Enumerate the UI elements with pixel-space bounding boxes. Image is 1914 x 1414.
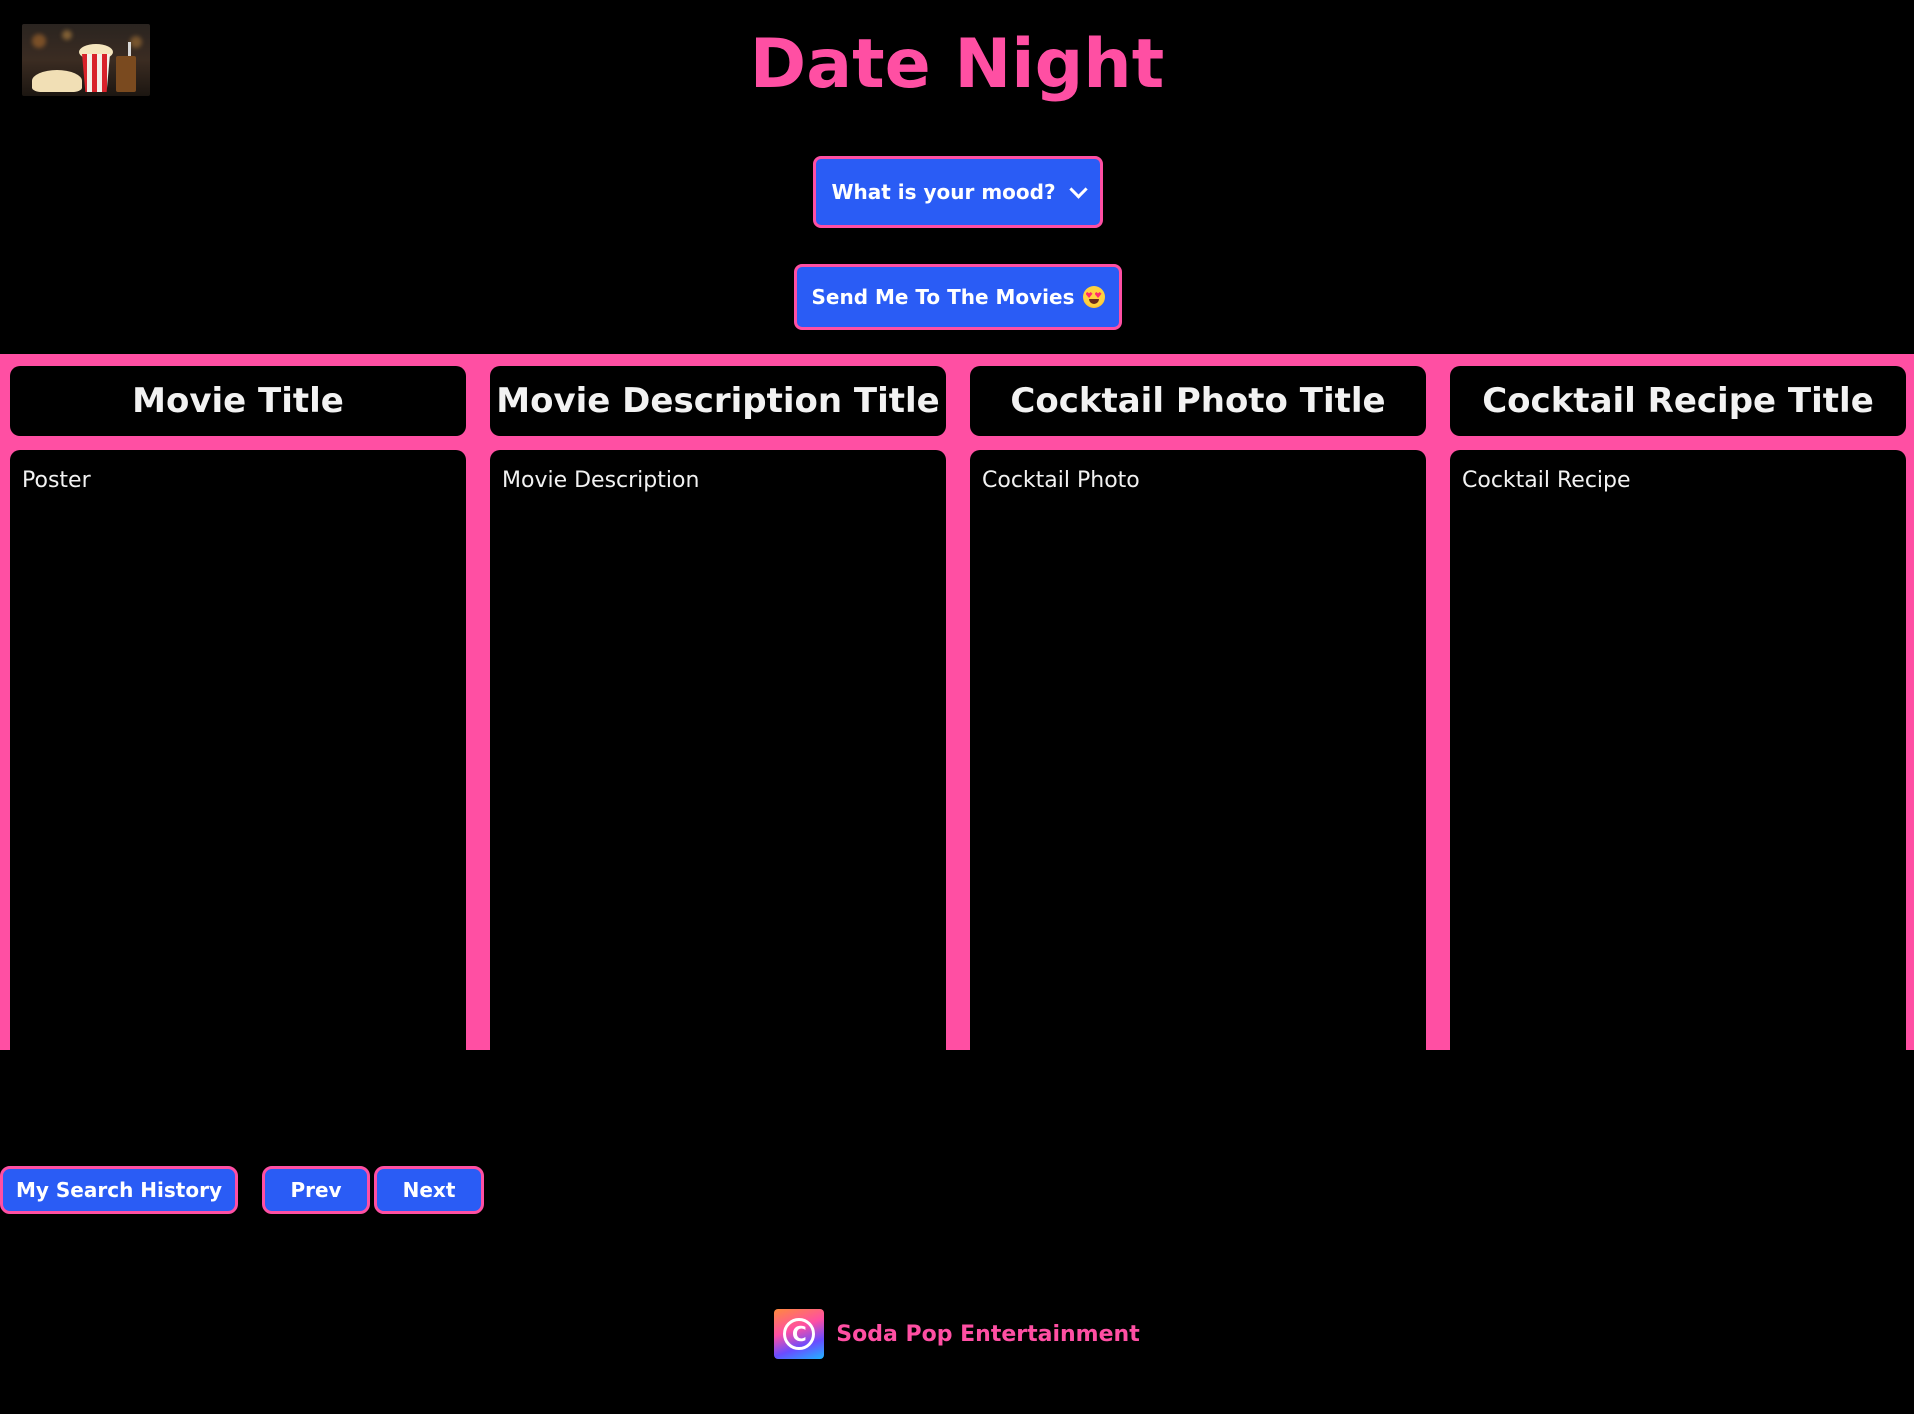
movie-description-panel: Movie Description	[490, 450, 946, 1050]
footer-company-name: Soda Pop Entertainment	[836, 1321, 1140, 1347]
movie-description-placeholder: Movie Description	[502, 468, 700, 493]
chevron-down-icon	[1068, 179, 1088, 199]
cocktail-recipe-panel: Cocktail Recipe	[1450, 450, 1906, 1050]
cocktail-photo-title-heading: Cocktail Photo Title	[970, 366, 1426, 436]
movie-title-heading: Movie Title	[10, 366, 466, 436]
send-button-label: Send Me To The Movies	[811, 285, 1075, 309]
send-to-movies-button[interactable]: Send Me To The Movies	[794, 264, 1122, 330]
cocktail-photo-placeholder: Cocktail Photo	[982, 468, 1140, 493]
star-struck-emoji-icon	[1082, 286, 1105, 308]
poster-placeholder: Poster	[22, 468, 91, 493]
copyright-icon: C	[774, 1309, 825, 1359]
cocktail-recipe-title-heading: Cocktail Recipe Title	[1450, 366, 1906, 436]
mood-dropdown-button[interactable]: What is your mood?	[813, 156, 1103, 228]
poster-panel: Poster	[10, 450, 466, 1050]
page: Date Night What is your mood? Send Me To…	[0, 0, 1914, 1414]
results-board: Movie Title Movie Description Title Cock…	[0, 354, 1914, 1050]
movie-description-title-heading: Movie Description Title	[490, 366, 946, 436]
cocktail-recipe-placeholder: Cocktail Recipe	[1462, 468, 1631, 493]
search-history-button[interactable]: My Search History	[0, 1166, 238, 1214]
footer: C Soda Pop Entertainment	[0, 1308, 1914, 1360]
page-title: Date Night	[749, 25, 1165, 104]
cocktail-photo-panel: Cocktail Photo	[970, 450, 1426, 1050]
next-button[interactable]: Next	[374, 1166, 484, 1214]
prev-button[interactable]: Prev	[262, 1166, 370, 1214]
mood-dropdown-label: What is your mood?	[831, 180, 1056, 204]
